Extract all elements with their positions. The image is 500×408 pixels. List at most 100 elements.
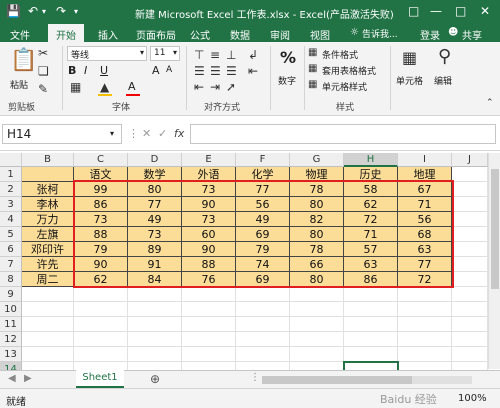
shrink-font-button[interactable]: A — [166, 65, 172, 75]
align-left-icon[interactable]: ☰ — [194, 64, 205, 78]
fill-color-icon[interactable]: ▲ — [100, 80, 109, 94]
row-header[interactable]: 10 — [0, 302, 22, 317]
empty-cell[interactable] — [236, 347, 290, 362]
student-name-cell[interactable]: 周二 — [22, 272, 74, 287]
empty-cell[interactable] — [452, 167, 488, 182]
align-bottom-icon[interactable]: ⊥ — [226, 48, 236, 62]
paste-button[interactable]: 粘贴 — [10, 78, 28, 91]
confirm-icon[interactable]: ✓ — [158, 127, 167, 140]
tab-formulas[interactable]: 公式 — [190, 27, 210, 42]
empty-cell[interactable] — [128, 302, 182, 317]
empty-cell[interactable] — [398, 287, 452, 302]
row-header[interactable]: 6 — [0, 242, 22, 257]
increase-indent-icon[interactable]: ⇥ — [210, 80, 220, 94]
add-sheet-icon[interactable]: ⊕ — [150, 372, 160, 386]
font-color-button[interactable]: A — [128, 80, 136, 93]
row-header[interactable]: 4 — [0, 212, 22, 227]
wrap-text-icon[interactable]: ↲ — [248, 48, 258, 62]
cut-icon[interactable]: ✂ — [38, 46, 48, 60]
column-header-e[interactable]: E — [182, 153, 236, 167]
row-header[interactable]: 8 — [0, 272, 22, 287]
minimize-button[interactable]: — — [430, 4, 442, 18]
row-header[interactable]: 5 — [0, 227, 22, 242]
name-box[interactable]: H14 — [2, 124, 122, 144]
scrollbar-thumb[interactable] — [262, 376, 412, 384]
empty-cell[interactable] — [74, 302, 128, 317]
quick-access-dropdown-icon[interactable]: ▾ — [74, 7, 78, 16]
empty-cell[interactable] — [236, 332, 290, 347]
vertical-scrollbar[interactable] — [488, 153, 500, 369]
empty-cell[interactable] — [22, 302, 74, 317]
grow-font-button[interactable]: A — [152, 64, 160, 77]
tell-me-input[interactable]: 告诉我... — [362, 27, 398, 40]
empty-cell[interactable] — [344, 302, 398, 317]
decrease-indent-icon[interactable]: ⇤ — [194, 80, 204, 94]
empty-cell[interactable] — [344, 347, 398, 362]
borders-icon[interactable]: ▦ — [70, 80, 81, 94]
empty-cell[interactable] — [290, 347, 344, 362]
ribbon-display-icon[interactable]: □ — [408, 4, 419, 18]
student-name-cell[interactable]: 李林 — [22, 197, 74, 212]
tab-file[interactable]: 文件 — [10, 27, 30, 42]
table-cell[interactable] — [22, 167, 74, 182]
column-header-g[interactable]: G — [290, 153, 344, 167]
scroll-right-icon[interactable]: ▶ — [24, 373, 32, 384]
student-name-cell[interactable]: 张柯 — [22, 182, 74, 197]
empty-cell[interactable] — [398, 347, 452, 362]
cells-button[interactable]: 单元格 — [396, 74, 423, 87]
empty-cell[interactable] — [452, 302, 488, 317]
column-header-h[interactable]: H — [344, 153, 398, 167]
empty-cell[interactable] — [236, 302, 290, 317]
empty-cell[interactable] — [236, 317, 290, 332]
empty-cell[interactable] — [22, 332, 74, 347]
number-format-button[interactable]: 数字 — [278, 74, 296, 87]
orientation-icon[interactable]: ➚ — [226, 80, 236, 94]
save-icon[interactable]: 💾 — [6, 4, 21, 18]
row-header[interactable]: 7 — [0, 257, 22, 272]
conditional-format-button[interactable]: 条件格式 — [322, 48, 358, 61]
tab-insert[interactable]: 插入 — [98, 27, 118, 42]
row-header[interactable]: 2 — [0, 182, 22, 197]
font-size-select[interactable]: 11 ▾ — [150, 46, 180, 61]
empty-cell[interactable] — [452, 242, 488, 257]
align-top-icon[interactable]: ⊤ — [194, 48, 204, 62]
empty-cell[interactable] — [128, 347, 182, 362]
undo-dropdown-icon[interactable]: ▾ — [42, 7, 46, 16]
empty-cell[interactable] — [22, 347, 74, 362]
empty-cell[interactable] — [22, 317, 74, 332]
empty-cell[interactable] — [452, 272, 488, 287]
tab-data[interactable]: 数据 — [230, 27, 250, 42]
undo-icon[interactable]: ↶ — [28, 4, 38, 18]
empty-cell[interactable] — [452, 257, 488, 272]
sign-in-link[interactable]: 登录 — [420, 27, 440, 42]
empty-cell[interactable] — [22, 287, 74, 302]
tab-view[interactable]: 视图 — [310, 27, 330, 42]
empty-cell[interactable] — [128, 332, 182, 347]
align-middle-icon[interactable]: ≡ — [210, 48, 220, 62]
sheet-tab-sheet1[interactable]: Sheet1 — [76, 370, 124, 388]
empty-cell[interactable] — [74, 317, 128, 332]
empty-cell[interactable] — [452, 227, 488, 242]
tab-page-layout[interactable]: 页面布局 — [136, 27, 176, 42]
formula-input[interactable] — [190, 124, 496, 144]
italic-button[interactable]: I — [84, 64, 87, 77]
underline-button[interactable]: U — [100, 64, 108, 77]
column-header-i[interactable]: I — [398, 153, 452, 167]
column-header-d[interactable]: D — [128, 153, 182, 167]
empty-cell[interactable] — [74, 287, 128, 302]
row-header[interactable]: 9 — [0, 287, 22, 302]
column-header-j[interactable]: J — [452, 153, 488, 167]
scroll-left-icon[interactable]: ◀ — [8, 373, 16, 384]
empty-cell[interactable] — [452, 197, 488, 212]
column-header-f[interactable]: F — [236, 153, 290, 167]
empty-cell[interactable] — [344, 332, 398, 347]
empty-cell[interactable] — [128, 317, 182, 332]
empty-cell[interactable] — [398, 302, 452, 317]
empty-cell[interactable] — [290, 302, 344, 317]
empty-cell[interactable] — [182, 317, 236, 332]
empty-cell[interactable] — [452, 332, 488, 347]
empty-cell[interactable] — [74, 332, 128, 347]
empty-cell[interactable] — [452, 212, 488, 227]
empty-cell[interactable] — [236, 287, 290, 302]
tab-home[interactable]: 开始 — [48, 24, 84, 42]
